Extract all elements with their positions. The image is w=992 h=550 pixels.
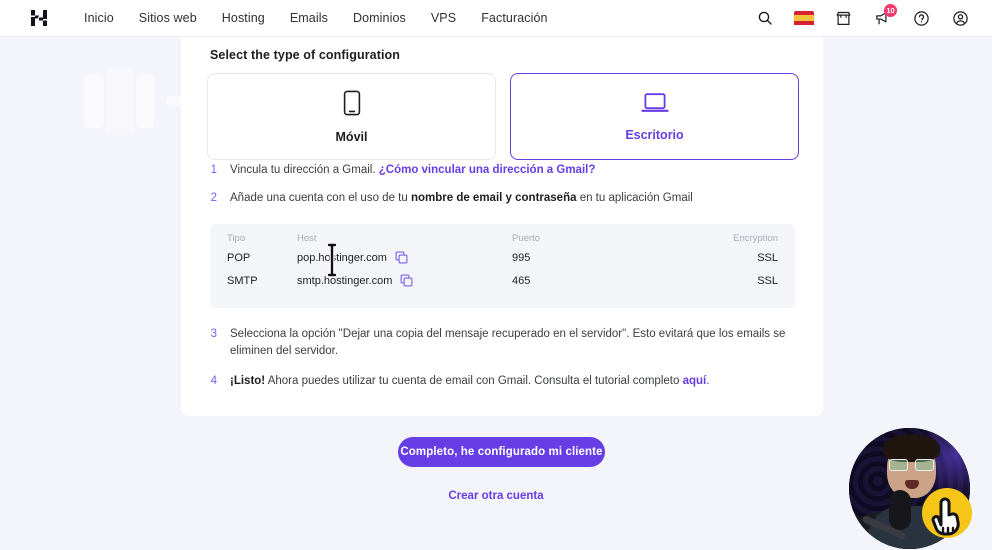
- configuration-type-tiles: Móvil Escritorio: [207, 73, 799, 160]
- steps-top: 1 Vincula tu dirección a Gmail. ¿Cómo vi…: [210, 162, 795, 207]
- top-navigation-bar: Inicio Sitios web Hosting Emails Dominio…: [0, 0, 992, 37]
- nav-right-icons: 10: [755, 4, 970, 28]
- step-1-body: Vincula tu dirección a Gmail.: [230, 164, 376, 176]
- step-2-bold: nombre de email y contraseña: [410, 192, 577, 204]
- step-2-text: Añade una cuenta con el uso de tu nombre…: [230, 190, 693, 207]
- table-row: SMTP smtp.hostinger.com 465 SSL: [210, 269, 795, 292]
- app-root: Inicio Sitios web Hosting Emails Dominio…: [0, 0, 992, 550]
- step-3-text: Selecciona la opción "Dejar una copia de…: [230, 328, 786, 357]
- page-title: Select the type of configuration: [210, 48, 401, 62]
- row-pop-tipo: POP: [227, 251, 251, 264]
- row-pop-host-cell: pop.hostinger.com: [297, 251, 512, 264]
- copy-icon[interactable]: [400, 274, 413, 287]
- copy-icon[interactable]: [395, 251, 408, 264]
- pointing-hand-cursor: [921, 487, 983, 547]
- help-circle-icon[interactable]: [911, 8, 931, 28]
- nav-item-hosting[interactable]: Hosting: [222, 11, 265, 25]
- nav-links: Inicio Sitios web Hosting Emails Dominio…: [84, 11, 548, 25]
- tile-escritorio-label: Escritorio: [625, 127, 684, 142]
- row-pop-puerto: 995: [512, 251, 531, 264]
- nav-item-inicio[interactable]: Inicio: [84, 11, 114, 25]
- gmail-link[interactable]: ¿Cómo vincular una dirección a Gmail?: [379, 164, 596, 176]
- step-4: 4 ¡Listo! Ahora puedes utilizar tu cuent…: [210, 373, 795, 390]
- hostinger-logo-icon[interactable]: [27, 6, 51, 30]
- laptop-icon: [640, 92, 669, 119]
- spain-flag-icon[interactable]: [794, 8, 814, 28]
- column-header-host: Host: [297, 232, 317, 244]
- nav-item-vps[interactable]: VPS: [431, 11, 456, 25]
- create-another-account-link: Crear otra cuenta: [0, 490, 992, 502]
- store-icon[interactable]: [833, 8, 853, 28]
- megaphone-icon[interactable]: 10: [872, 4, 897, 28]
- server-settings-table: Tipo Host Puerto Encryption POP pop.host…: [210, 224, 795, 308]
- row-pop-host: pop.hostinger.com: [297, 251, 387, 264]
- tutorial-link[interactable]: aquí: [683, 375, 707, 387]
- step-1-text: Vincula tu dirección a Gmail. ¿Cómo vinc…: [230, 162, 595, 179]
- create-another-account-label[interactable]: Crear otra cuenta: [448, 490, 543, 502]
- step-1: 1 Vincula tu dirección a Gmail. ¿Cómo vi…: [210, 162, 795, 179]
- row-pop-encryption: SSL: [757, 251, 778, 264]
- user-circle-icon[interactable]: [950, 8, 970, 28]
- row-smtp-host: smtp.hostinger.com: [297, 274, 393, 287]
- search-icon[interactable]: [755, 8, 775, 28]
- table-header-row: Tipo Host Puerto Encryption: [210, 224, 795, 246]
- column-header-tipo: Tipo: [227, 232, 246, 244]
- step-4-number: 4: [210, 375, 217, 387]
- step-2: 2 Añade una cuenta con el uso de tu nomb…: [210, 190, 795, 207]
- step-3-number: 3: [210, 328, 217, 340]
- table-row: POP pop.hostinger.com 995 SSL: [210, 246, 795, 269]
- step-1-number: 1: [210, 164, 217, 176]
- tile-movil-label: Móvil: [335, 129, 368, 144]
- mobile-phone-icon: [343, 90, 361, 121]
- column-header-encryption: Encryption: [733, 232, 778, 244]
- tile-movil[interactable]: Móvil: [207, 73, 496, 160]
- nav-item-facturacion[interactable]: Facturación: [481, 11, 547, 25]
- step-4-bold: ¡Listo!: [230, 375, 266, 387]
- configuration-card: Select the type of configuration Móvil E…: [181, 32, 823, 416]
- row-smtp-encryption: SSL: [757, 274, 778, 287]
- column-header-puerto: Puerto: [512, 232, 540, 244]
- step-2-pre: Añade una cuenta con el uso de tu: [230, 192, 411, 204]
- step-4-mid: Ahora puedes utilizar tu cuenta de email…: [265, 375, 683, 387]
- nav-item-sitios-web[interactable]: Sitios web: [139, 11, 197, 25]
- steps-bottom: 3 Selecciona la opción "Dejar una copia …: [210, 326, 795, 390]
- notification-badge: 10: [884, 4, 897, 17]
- complete-configuration-button[interactable]: Completo, he configurado mi cliente: [398, 437, 605, 467]
- step-2-number: 2: [210, 192, 217, 204]
- row-smtp-host-cell: smtp.hostinger.com: [297, 274, 512, 287]
- step-4-post: .: [706, 375, 710, 387]
- nav-item-dominios[interactable]: Dominios: [353, 11, 406, 25]
- step-3: 3 Selecciona la opción "Dejar una copia …: [210, 326, 795, 360]
- step-2-post: en tu aplicación Gmail: [576, 192, 693, 204]
- step-4-text: ¡Listo! Ahora puedes utilizar tu cuenta …: [230, 373, 709, 390]
- nav-item-emails[interactable]: Emails: [290, 11, 328, 25]
- row-smtp-puerto: 465: [512, 274, 531, 287]
- tile-escritorio[interactable]: Escritorio: [510, 73, 799, 160]
- row-smtp-tipo: SMTP: [227, 274, 258, 287]
